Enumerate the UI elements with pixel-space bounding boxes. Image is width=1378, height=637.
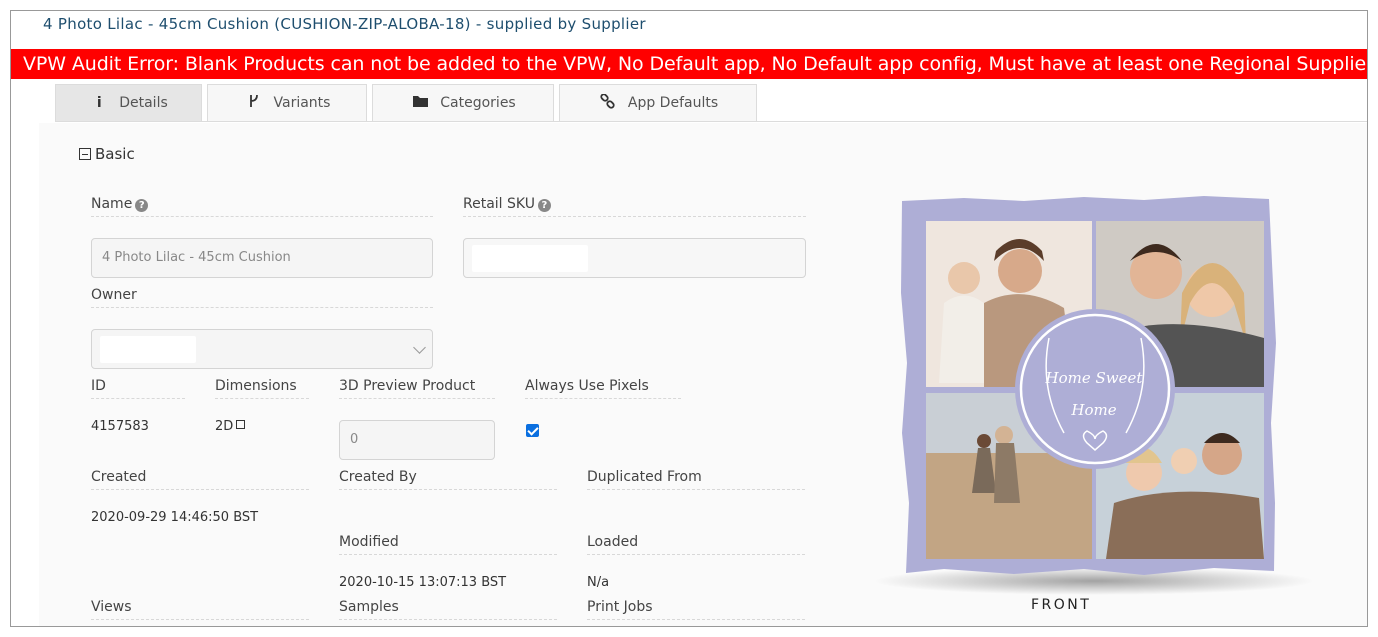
preview3d-label: 3D Preview Product [339, 378, 495, 399]
owner-select[interactable] [91, 329, 433, 369]
owner-label: Owner [91, 287, 433, 308]
duplicated-from-label: Duplicated From [587, 469, 805, 490]
retail-sku-label: Retail SKU? [463, 196, 806, 217]
badge-text-line1: Home Sweet [1045, 369, 1143, 387]
info-icon: i [96, 95, 102, 111]
name-label: Name? [91, 196, 433, 217]
dimensions-label: Dimensions [215, 378, 309, 399]
modified-value: 2020-10-15 13:07:13 BST [339, 575, 507, 590]
redacted-value [472, 245, 588, 272]
samples-label: Samples [339, 599, 557, 620]
link-icon [598, 92, 618, 113]
created-label: Created [91, 469, 309, 490]
section-label: Basic [95, 145, 135, 163]
created-value: 2020-09-29 14:46:50 BST [91, 510, 259, 525]
preview3d-input[interactable]: 0 [339, 420, 495, 460]
tab-app-defaults-label: App Defaults [627, 95, 719, 111]
tab-categories[interactable]: Categories [372, 84, 554, 121]
tab-variants[interactable]: Variants [207, 84, 367, 121]
basic-section-toggle[interactable]: Basic [79, 145, 135, 163]
always-pixels-checkbox[interactable] [526, 424, 539, 437]
modified-label: Modified [339, 534, 557, 555]
tab-bar: i Details Variants Categories App Defaul… [55, 84, 1367, 122]
page-title: 4 Photo Lilac - 45cm Cushion (CUSHION-ZI… [43, 15, 646, 33]
tab-details-label: Details [119, 95, 168, 111]
loaded-value: N/a [587, 575, 610, 590]
folder-icon [410, 95, 430, 111]
badge-text-line2: Home [1071, 401, 1117, 419]
badge-circle [1019, 313, 1171, 465]
tab-app-defaults[interactable]: App Defaults [559, 84, 757, 121]
dimensions-text: 2D [215, 419, 234, 434]
product-panel: 4 Photo Lilac - 45cm Cushion (CUSHION-ZI… [10, 10, 1368, 627]
tab-details[interactable]: i Details [55, 84, 202, 121]
redacted-value [100, 336, 196, 363]
name-label-text: Name [91, 196, 133, 212]
help-icon[interactable]: ? [537, 199, 551, 212]
views-label: Views [91, 599, 309, 620]
name-input[interactable]: 4 Photo Lilac - 45cm Cushion [91, 238, 433, 278]
branch-icon [244, 94, 264, 112]
tab-variants-label: Variants [273, 95, 331, 111]
retail-sku-label-text: Retail SKU [463, 196, 535, 212]
always-pixels-label: Always Use Pixels [525, 378, 681, 399]
collapse-icon [79, 148, 91, 160]
product-preview: Home Sweet Home [844, 143, 1344, 626]
chevron-down-icon [413, 341, 426, 354]
id-label: ID [91, 378, 185, 399]
created-by-label: Created By [339, 469, 557, 490]
loaded-label: Loaded [587, 534, 805, 555]
preview-caption: FRONT [1031, 597, 1092, 613]
dimension-toggle-icon[interactable] [236, 420, 246, 429]
dimensions-value: 2D [215, 419, 246, 434]
id-value: 4157583 [91, 419, 149, 434]
print-jobs-label: Print Jobs [587, 599, 805, 620]
help-icon[interactable]: ? [135, 199, 149, 212]
audit-error-banner: VPW Audit Error: Blank Products can not … [11, 49, 1367, 79]
cushion-shadow [874, 567, 1314, 595]
details-content: Basic Name? 4 Photo Lilac - 45cm Cushion… [39, 123, 1367, 626]
retail-sku-input[interactable] [463, 238, 806, 278]
tab-categories-label: Categories [440, 95, 516, 111]
